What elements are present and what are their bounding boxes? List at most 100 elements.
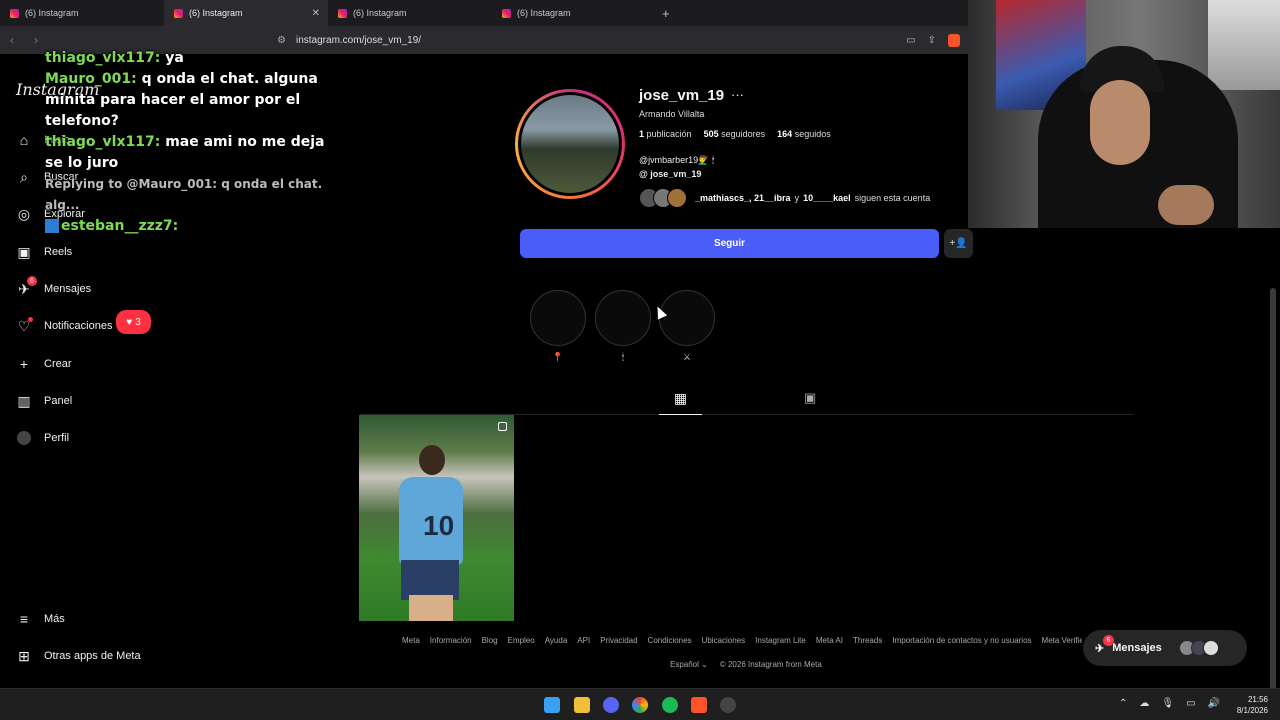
language-select[interactable]: Español ⌄ bbox=[670, 660, 708, 669]
messenger-icon: ✈ 6 bbox=[16, 276, 37, 297]
footer-link[interactable]: Meta Verified bbox=[1042, 636, 1082, 645]
clock-time: 21:56 bbox=[1247, 695, 1268, 704]
browser-tab[interactable]: (6) Instagram bbox=[328, 0, 492, 26]
highlight-label: 📍 bbox=[552, 352, 564, 362]
followers-stat[interactable]: 505 seguidores bbox=[704, 129, 766, 139]
chevron-up-icon[interactable]: ⌃ bbox=[1119, 698, 1127, 709]
chat-reply-context: Replying to @Mauro_001: q onda el chat. … bbox=[45, 177, 323, 212]
windows-taskbar: ⌃ ☁ 🎙 ▭ 🔊 21:56 8/1/2026 bbox=[0, 688, 1280, 720]
footer-link[interactable]: Condiciones bbox=[648, 636, 692, 645]
search-icon: ⌕ bbox=[20, 168, 28, 185]
home-icon: ⌂ bbox=[19, 132, 29, 148]
tab-posts[interactable]: ▦ bbox=[659, 390, 702, 415]
posts-stat: 1 publicación bbox=[639, 129, 692, 139]
sidebar-item-otras-apps[interactable]: ⊞ Otras apps de Meta bbox=[16, 648, 140, 664]
microphone-icon[interactable]: 🎙 bbox=[1161, 698, 1174, 709]
stream-chat-overlay: thiago_vlx117: ya Mauro_001: q onda el c… bbox=[45, 48, 335, 237]
app-icon[interactable] bbox=[720, 697, 736, 713]
footer-link[interactable]: Threads bbox=[853, 636, 882, 645]
brave-icon[interactable] bbox=[691, 697, 707, 713]
footer-link[interactable]: Meta AI bbox=[816, 636, 843, 645]
spotify-icon[interactable] bbox=[662, 697, 678, 713]
volume-icon[interactable]: 🔊 bbox=[1208, 698, 1220, 709]
footer-link[interactable]: Ayuda bbox=[545, 636, 568, 645]
sidebar-item-mensajes[interactable]: ✈ 6 Mensajes bbox=[16, 276, 91, 297]
file-explorer-icon[interactable] bbox=[574, 697, 590, 713]
footer-link[interactable]: Información bbox=[430, 636, 472, 645]
more-options-icon[interactable]: ··· bbox=[731, 87, 744, 102]
webcam-hand bbox=[1158, 185, 1214, 225]
threads-icon: @ bbox=[639, 169, 648, 179]
instagram-favicon-icon bbox=[174, 8, 183, 18]
messages-pill[interactable]: ✈ 6 Mensajes bbox=[1083, 630, 1247, 666]
sidebar-item-notificaciones[interactable]: ♡ Notificaciones bbox=[16, 317, 113, 334]
system-tray: ⌃ ☁ 🎙 ▭ 🔊 bbox=[1119, 698, 1220, 709]
avatar-icon bbox=[16, 430, 32, 446]
follow-button[interactable]: Seguir bbox=[520, 229, 939, 258]
discord-icon[interactable] bbox=[603, 697, 619, 713]
profile-full-name: Armando Villalta bbox=[639, 109, 705, 119]
notification-pill[interactable]: ♥ 3 bbox=[116, 310, 151, 334]
chat-message: esteban__zzz7: bbox=[45, 216, 335, 237]
streamer-webcam bbox=[968, 0, 1280, 228]
site-settings-icon[interactable]: ⚙ bbox=[277, 35, 286, 46]
sidebar-item-label: Notificaciones bbox=[44, 320, 113, 332]
network-icon[interactable]: ▭ bbox=[1186, 698, 1195, 709]
footer-language-row: Español ⌄ © 2026 Instagram from Meta bbox=[670, 660, 822, 669]
back-icon[interactable]: ‹ bbox=[10, 33, 24, 47]
page-scrollbar[interactable] bbox=[1270, 288, 1276, 708]
browser-tab[interactable]: (6) Instagram bbox=[0, 0, 164, 26]
sidebar-item-label: Panel bbox=[44, 395, 73, 407]
sidebar-item-perfil[interactable]: Perfil bbox=[16, 430, 69, 446]
sidebar-item-reels[interactable]: ▣ Reels bbox=[16, 244, 72, 260]
sidebar-item-label: Más bbox=[44, 613, 65, 625]
footer-link[interactable]: Empleo bbox=[508, 636, 535, 645]
forward-icon[interactable]: › bbox=[34, 33, 48, 47]
sidebar-item-label: Reels bbox=[44, 246, 73, 258]
sidebar-item-panel[interactable]: ▥ Panel bbox=[16, 393, 72, 409]
close-tab-icon[interactable]: ✕ bbox=[312, 8, 320, 19]
arrow-badge-icon bbox=[45, 219, 59, 233]
cast-icon[interactable]: ▭ bbox=[906, 35, 915, 46]
windows-start-icon[interactable] bbox=[544, 697, 560, 713]
post-thumbnail[interactable]: 10 bbox=[359, 415, 514, 621]
sidebar-item-mas[interactable]: ≡ Más bbox=[16, 611, 65, 627]
tab-label: (6) Instagram bbox=[25, 8, 79, 18]
footer-link[interactable]: Ubicaciones bbox=[702, 636, 746, 645]
following-stat[interactable]: 164 seguidos bbox=[777, 129, 831, 139]
footer-link[interactable]: API bbox=[577, 636, 590, 645]
system-clock[interactable]: 21:56 8/1/2026 bbox=[1237, 694, 1268, 716]
tab-tagged[interactable]: ▣ bbox=[804, 390, 816, 406]
following-count: 164 bbox=[777, 129, 793, 139]
footer-link[interactable]: Meta bbox=[402, 636, 420, 645]
highlight-item[interactable] bbox=[595, 290, 651, 346]
followed-by-names: _mathiascs_, 21__ibra bbox=[695, 193, 791, 203]
sidebar-item-crear[interactable]: + Crear bbox=[16, 356, 72, 372]
add-person-icon[interactable]: +👤 bbox=[944, 229, 973, 258]
highlight-item[interactable] bbox=[659, 290, 715, 346]
cloud-icon[interactable]: ☁ bbox=[1139, 698, 1149, 709]
followed-by[interactable]: _mathiascs_, 21__ibra y 10____kael sigue… bbox=[639, 188, 930, 208]
chevron-down-icon: ⌄ bbox=[701, 660, 708, 669]
post-photo-shorts bbox=[401, 560, 459, 600]
instagram-favicon-icon bbox=[502, 8, 511, 18]
browser-tab-active[interactable]: (6) Instagram ✕ bbox=[164, 0, 328, 26]
reels-icon: ▣ bbox=[17, 243, 31, 260]
threads-link[interactable]: @ jose_vm_19 bbox=[639, 169, 701, 179]
notification-dot bbox=[28, 317, 33, 322]
chrome-icon[interactable] bbox=[632, 697, 648, 713]
browser-tab[interactable]: (6) Instagram bbox=[492, 0, 656, 26]
footer-link[interactable]: Blog bbox=[482, 636, 498, 645]
footer-link[interactable]: Instagram Lite bbox=[755, 636, 806, 645]
compass-icon: ◎ bbox=[17, 205, 31, 222]
new-tab-button[interactable]: + bbox=[662, 6, 670, 21]
url-field[interactable]: instagram.com/jose_vm_19/ bbox=[296, 35, 421, 46]
footer-link[interactable]: Importación de contactos y no usuarios bbox=[892, 636, 1031, 645]
profile-avatar[interactable] bbox=[515, 89, 625, 199]
webcam-poster bbox=[1208, 0, 1280, 90]
share-icon[interactable]: ⇪ bbox=[928, 35, 936, 46]
brave-shield-icon[interactable] bbox=[948, 33, 960, 47]
highlight-item[interactable] bbox=[530, 290, 586, 346]
chat-message: thiago_vlx117: ya bbox=[45, 48, 335, 69]
footer-link[interactable]: Privacidad bbox=[600, 636, 637, 645]
